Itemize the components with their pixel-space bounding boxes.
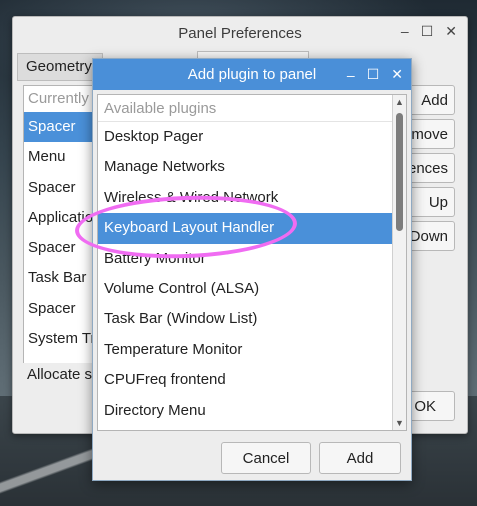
list-item[interactable]: Directory Menu xyxy=(98,396,406,426)
tab-geometry[interactable]: Geometry xyxy=(17,53,103,81)
add-button[interactable]: Add xyxy=(319,442,401,474)
scroll-up-icon[interactable]: ▲ xyxy=(393,95,406,109)
list-item[interactable]: Desktop Pager xyxy=(98,122,406,152)
scrollbar-thumb[interactable] xyxy=(396,113,403,231)
dialog-titlebar[interactable]: Add plugin to panel – ☐ ✕ xyxy=(93,59,411,90)
available-plugins-list[interactable]: Available plugins Desktop Pager Manage N… xyxy=(97,94,407,431)
scroll-down-icon[interactable]: ▼ xyxy=(393,416,406,430)
list-item-selected[interactable]: Keyboard Layout Handler xyxy=(98,213,406,244)
list-item[interactable]: Battery Monitor xyxy=(98,244,406,274)
list-header: Available plugins xyxy=(98,95,406,122)
close-icon[interactable]: ✕ xyxy=(445,23,457,40)
window-title: Panel Preferences xyxy=(178,24,302,42)
maximize-icon[interactable]: ☐ xyxy=(421,23,434,40)
list-item[interactable]: Task Bar (Window List) xyxy=(98,304,406,334)
vertical-scrollbar[interactable]: ▲ ▼ xyxy=(392,95,406,430)
cancel-button[interactable]: Cancel xyxy=(221,442,311,474)
maximize-icon[interactable]: ☐ xyxy=(367,66,380,83)
minimize-icon[interactable]: – xyxy=(401,23,409,40)
list-item[interactable]: CPUFreq frontend xyxy=(98,365,406,395)
list-item[interactable]: Wireless & Wired Network xyxy=(98,183,406,213)
list-item[interactable]: Manage Networks xyxy=(98,152,406,182)
list-item[interactable]: Volume Control (ALSA) xyxy=(98,274,406,304)
panel-preferences-titlebar[interactable]: Panel Preferences – ☐ ✕ xyxy=(13,17,467,49)
minimize-icon[interactable]: – xyxy=(347,67,355,83)
list-item[interactable]: Temperature Monitor xyxy=(98,335,406,365)
add-plugin-dialog: Add plugin to panel – ☐ ✕ Available plug… xyxy=(92,58,412,481)
dialog-title: Add plugin to panel xyxy=(187,66,317,83)
close-icon[interactable]: ✕ xyxy=(391,66,403,83)
